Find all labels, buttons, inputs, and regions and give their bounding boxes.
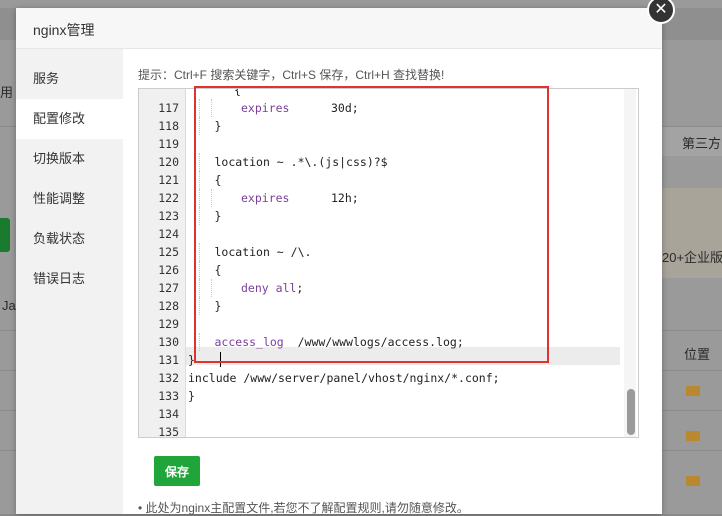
code-line: access_log /www/wwwlogs/access.log; bbox=[214, 335, 464, 349]
code-line: } bbox=[214, 209, 222, 223]
indent-guide bbox=[199, 99, 200, 117]
line-number: 118 bbox=[158, 119, 179, 133]
indent-guide bbox=[199, 297, 200, 315]
line-number: 134 bbox=[158, 407, 179, 421]
line-number: 127 bbox=[158, 281, 179, 295]
sidebar-item-performance[interactable]: 性能调整 bbox=[16, 179, 123, 219]
code-line: include /www/server/panel/vhost/nginx/*.… bbox=[188, 371, 500, 385]
background-text: 用 bbox=[0, 85, 14, 100]
background-text: Ja bbox=[2, 298, 16, 313]
indent-guide bbox=[199, 117, 200, 135]
code-line: } bbox=[214, 119, 222, 133]
code-line: } bbox=[188, 353, 195, 367]
background-text: 第三方 bbox=[682, 136, 722, 151]
config-warning-note: • 此处为nginx主配置文件,若您不了解配置规则,请勿随意修改。 bbox=[138, 501, 469, 515]
background-column-header: 位置 bbox=[684, 347, 711, 362]
sidebar-item-config[interactable]: 配置修改 bbox=[16, 99, 123, 139]
line-number: 117 bbox=[158, 101, 179, 115]
background-green-button bbox=[0, 218, 10, 252]
code-line: deny all; bbox=[241, 281, 304, 295]
indent-guide bbox=[199, 333, 200, 351]
background-text: 20+企业版 bbox=[662, 250, 722, 265]
line-number: 123 bbox=[158, 209, 179, 223]
sidebar-item-error-log[interactable]: 错误日志 bbox=[16, 259, 123, 299]
line-number: 124 bbox=[158, 227, 179, 241]
line-number: 129 bbox=[158, 317, 179, 331]
indent-guide bbox=[211, 99, 212, 117]
code-line: } bbox=[188, 389, 195, 403]
indent-guide bbox=[199, 243, 200, 261]
line-number: 130 bbox=[158, 335, 179, 349]
save-button[interactable]: 保存 bbox=[154, 456, 200, 486]
sidebar-item-switch-version[interactable]: 切换版本 bbox=[16, 139, 123, 179]
dialog-title: nginx管理 bbox=[33, 22, 95, 38]
line-number: 131 bbox=[158, 353, 179, 367]
line-number: 120 bbox=[158, 155, 179, 169]
line-number: 122 bbox=[158, 191, 179, 205]
line-number: 119 bbox=[158, 137, 179, 151]
indent-guide bbox=[199, 171, 200, 189]
code-line: } bbox=[214, 299, 222, 313]
indent-guide bbox=[199, 261, 200, 279]
code-line: expires 12h; bbox=[241, 191, 359, 205]
folder-icon bbox=[686, 386, 700, 396]
line-number: 128 bbox=[158, 299, 179, 313]
indent-guide bbox=[199, 279, 200, 297]
dialog-sidebar: 服务 配置修改 切换版本 性能调整 负载状态 错误日志 bbox=[16, 49, 123, 514]
code-line: { bbox=[214, 173, 222, 187]
code-line: expires 30d; bbox=[241, 101, 359, 115]
line-number: 126 bbox=[158, 263, 179, 277]
line-number: 132 bbox=[158, 371, 179, 385]
indent-guide bbox=[199, 189, 200, 207]
indent-guide bbox=[211, 279, 212, 297]
editor-scrollbar-track[interactable] bbox=[624, 89, 636, 437]
editor-hint: 提示：Ctrl+F 搜索关键字，Ctrl+S 保存，Ctrl+H 查找替换! bbox=[138, 68, 445, 82]
line-number: 135 bbox=[158, 425, 179, 438]
dialog-header: nginx管理 bbox=[16, 8, 662, 49]
editor-scrollbar-thumb[interactable] bbox=[627, 389, 635, 435]
config-code-editor[interactable]: { 117 expires 30d; 118} 119 120 location ~ .*… bbox=[138, 88, 639, 438]
sidebar-item-load-status[interactable]: 负载状态 bbox=[16, 219, 123, 259]
csdn-watermark: CSDN @apple bbox=[568, 489, 647, 503]
line-number: 133 bbox=[158, 389, 179, 403]
nginx-manager-dialog: nginx管理 服务 配置修改 切换版本 性能调整 负载状态 错误日志 提示：C… bbox=[16, 8, 662, 515]
code-line: location ~ /\. bbox=[214, 245, 312, 259]
code-line: { bbox=[214, 263, 222, 277]
line-number: 121 bbox=[158, 173, 179, 187]
sidebar-item-service[interactable]: 服务 bbox=[16, 59, 123, 99]
folder-icon bbox=[686, 476, 700, 486]
text-cursor bbox=[220, 352, 221, 367]
indent-guide bbox=[199, 153, 200, 171]
folder-icon bbox=[686, 431, 700, 441]
indent-guide bbox=[211, 189, 212, 207]
line-number: 125 bbox=[158, 245, 179, 259]
indent-guide bbox=[199, 207, 200, 225]
code-line: { bbox=[234, 88, 241, 97]
code-line: location ~ .*\.(js|css)?$ bbox=[214, 155, 388, 169]
